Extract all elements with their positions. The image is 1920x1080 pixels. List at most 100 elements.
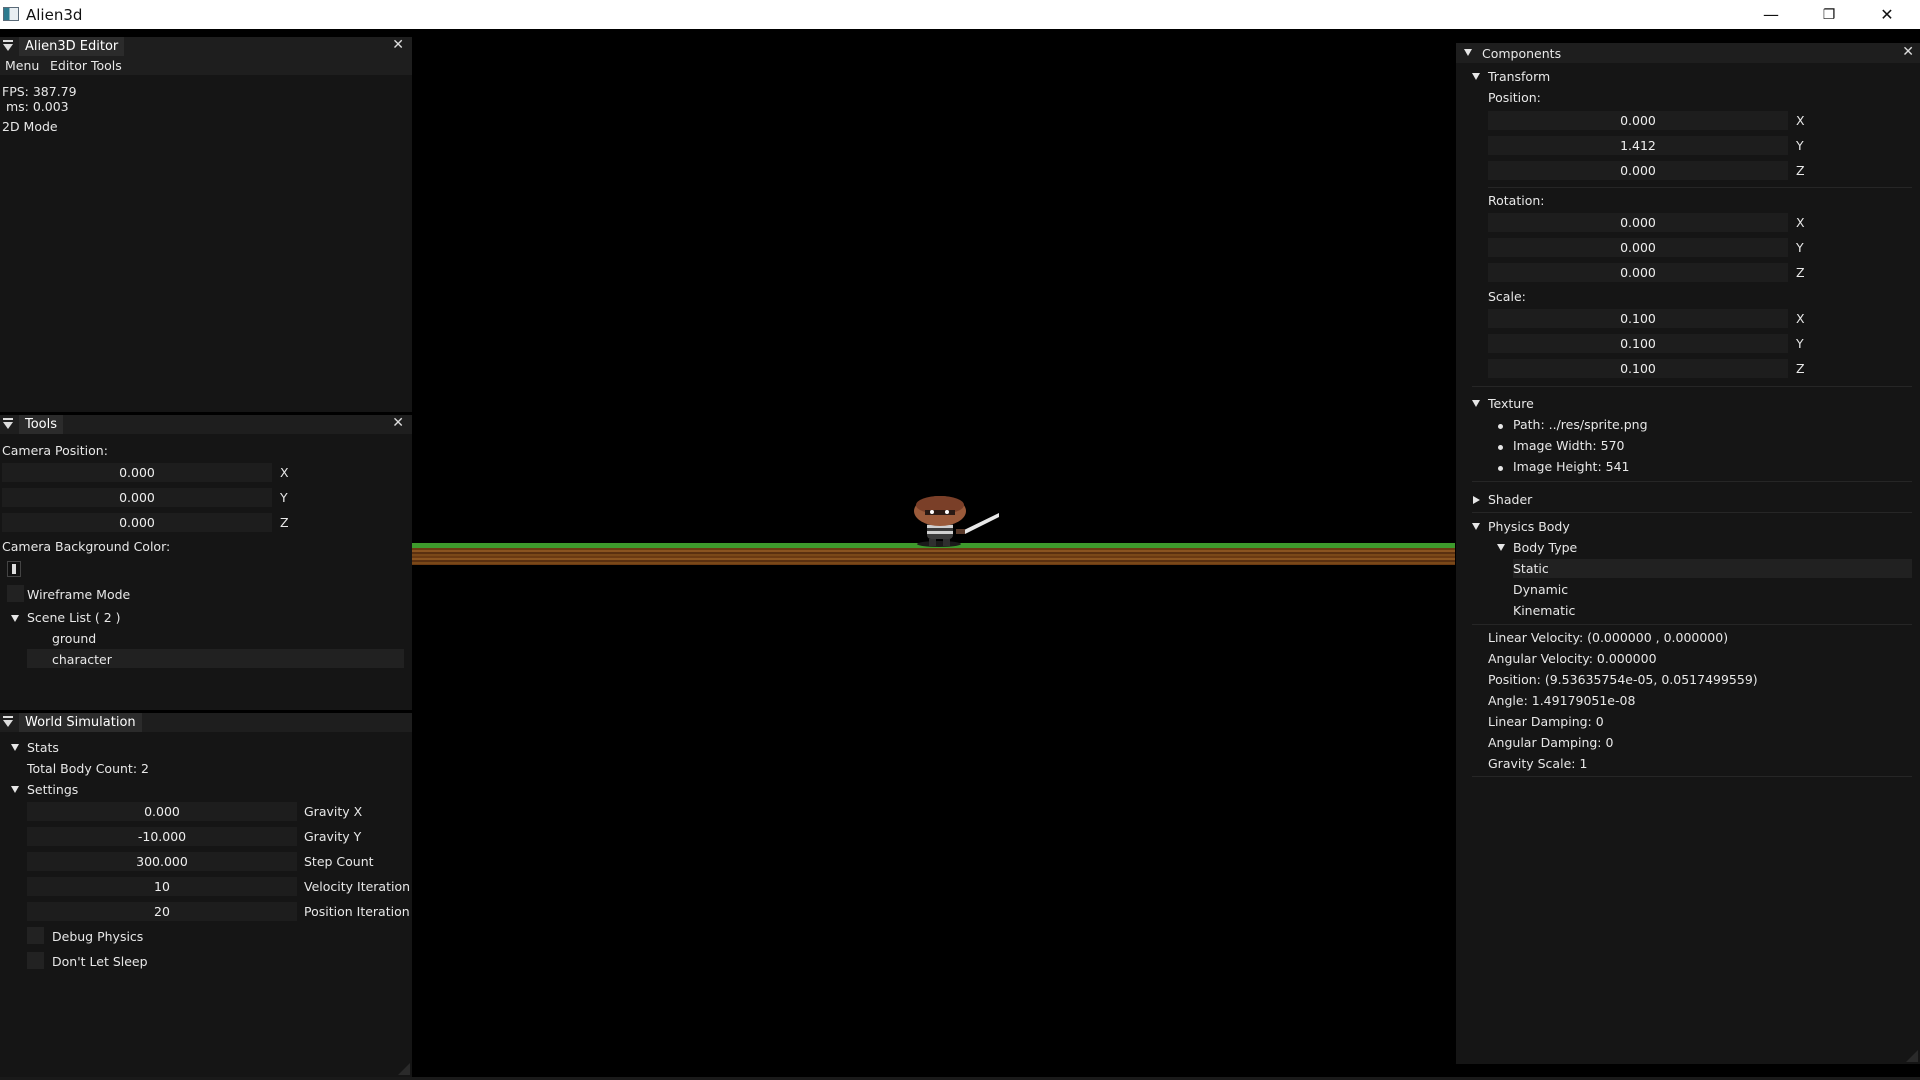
scene-viewport[interactable]: [412, 29, 1455, 1077]
close-window-button[interactable]: ✕: [1858, 0, 1916, 29]
resize-grip-icon[interactable]: [1906, 1050, 1918, 1062]
shader-node[interactable]: Shader: [1488, 492, 1532, 507]
editor-panel-title[interactable]: Alien3D Editor: [19, 37, 125, 56]
rotation-label: Rotation:: [1488, 193, 1545, 208]
camera-x-input[interactable]: 0.000: [2, 463, 272, 482]
tools-panel: Tools ✕ Camera Position: 0.000 X 0.000 Y…: [0, 415, 412, 710]
wireframe-label[interactable]: Wireframe Mode: [27, 587, 130, 602]
window-title-bar[interactable]: Alien3d — ❐ ✕: [0, 0, 1920, 29]
debug-physics-checkbox[interactable]: [27, 927, 44, 944]
axis-label: X: [280, 465, 289, 480]
body-type-dynamic[interactable]: Dynamic: [1513, 582, 1568, 597]
dont-let-sleep-label[interactable]: Don't Let Sleep: [52, 954, 148, 969]
window-title: Alien3d: [26, 6, 83, 24]
axis-label: X: [1796, 113, 1805, 128]
scale-z-input[interactable]: 0.100: [1488, 359, 1788, 378]
menu-item-menu[interactable]: Menu: [5, 58, 39, 73]
close-icon[interactable]: ✕: [392, 415, 404, 431]
camera-z-input[interactable]: 0.000: [2, 513, 272, 532]
transform-node[interactable]: Transform: [1488, 69, 1550, 84]
editor-panel-header[interactable]: Alien3D Editor ✕: [0, 37, 412, 56]
axis-label: Y: [1796, 138, 1804, 153]
axis-label: Y: [1796, 240, 1804, 255]
position-x-input[interactable]: 0.000: [1488, 111, 1788, 130]
tools-panel-title[interactable]: Tools: [19, 415, 64, 434]
body-type-selected-highlight: [1513, 559, 1912, 578]
bullet-icon: [1498, 424, 1503, 429]
world-panel-title[interactable]: World Simulation: [19, 713, 142, 732]
expand-icon[interactable]: [1497, 544, 1505, 551]
expand-icon[interactable]: [11, 786, 19, 793]
step-count-input[interactable]: 300.000: [27, 852, 297, 871]
collapsed-icon[interactable]: [1473, 496, 1480, 504]
editor-menu-bar: Menu Editor Tools: [0, 56, 412, 75]
axis-label: Y: [1796, 336, 1804, 351]
restore-button[interactable]: ❐: [1800, 0, 1858, 29]
angular-damping: Angular Damping: 0: [1488, 735, 1614, 750]
gravity-y-input[interactable]: -10.000: [27, 827, 297, 846]
velocity-iteration-input[interactable]: 10: [27, 877, 297, 896]
position-z-input[interactable]: 0.000: [1488, 161, 1788, 180]
expand-icon[interactable]: [1472, 523, 1480, 530]
minimize-button[interactable]: —: [1742, 0, 1800, 29]
camera-y-input[interactable]: 0.000: [2, 488, 272, 507]
debug-physics-label[interactable]: Debug Physics: [52, 929, 143, 944]
dont-let-sleep-checkbox[interactable]: [27, 952, 44, 969]
gravity-x-input[interactable]: 0.000: [27, 802, 297, 821]
axis-label: Z: [1796, 163, 1805, 178]
expand-icon[interactable]: [11, 744, 19, 751]
position-iteration-label: Position Iteration: [304, 904, 410, 919]
collapse-icon[interactable]: [1464, 49, 1472, 56]
stats-node[interactable]: Stats: [27, 740, 59, 755]
texture-height: Image Height: 541: [1513, 459, 1630, 474]
linear-damping: Linear Damping: 0: [1488, 714, 1604, 729]
expand-icon[interactable]: [1472, 400, 1480, 407]
tools-panel-header[interactable]: Tools ✕: [0, 415, 412, 434]
divider: [1472, 624, 1912, 625]
position-label: Position:: [1488, 90, 1541, 105]
collapse-icon[interactable]: [3, 40, 13, 52]
position-y-input[interactable]: 1.412: [1488, 136, 1788, 155]
camera-bg-color-swatch[interactable]: [7, 561, 21, 577]
resize-grip-icon[interactable]: [398, 1063, 410, 1075]
body-type-node[interactable]: Body Type: [1513, 540, 1577, 555]
world-simulation-panel: World Simulation Stats Total Body Count:…: [0, 713, 412, 1077]
settings-node[interactable]: Settings: [27, 782, 78, 797]
divider: [1472, 386, 1912, 387]
world-panel-header[interactable]: World Simulation: [0, 713, 412, 732]
scene-item-character[interactable]: character: [52, 652, 112, 667]
body-type-kinematic[interactable]: Kinematic: [1513, 603, 1575, 618]
rotation-y-input[interactable]: 0.000: [1488, 238, 1788, 257]
character-sprite: [914, 496, 999, 547]
physics-body-node[interactable]: Physics Body: [1488, 519, 1570, 534]
close-icon[interactable]: ✕: [1902, 44, 1914, 60]
position-iteration-input[interactable]: 20: [27, 902, 297, 921]
rotation-x-input[interactable]: 0.000: [1488, 213, 1788, 232]
divider: [1472, 512, 1912, 513]
scene-item-ground[interactable]: ground: [52, 631, 96, 646]
scale-y-input[interactable]: 0.100: [1488, 334, 1788, 353]
scene-list-node[interactable]: Scene List ( 2 ): [27, 610, 121, 625]
bullet-icon: [1498, 445, 1503, 450]
angular-velocity: Angular Velocity: 0.000000: [1488, 651, 1657, 666]
velocity-iteration-label: Velocity Iteration: [304, 879, 411, 894]
collapse-icon[interactable]: [3, 716, 13, 728]
step-count-label: Step Count: [304, 854, 374, 869]
texture-node[interactable]: Texture: [1488, 396, 1534, 411]
body-type-static[interactable]: Static: [1513, 561, 1549, 576]
linear-velocity: Linear Velocity: (0.000000 , 0.000000): [1488, 630, 1729, 645]
wireframe-checkbox[interactable]: [7, 585, 24, 602]
expand-icon[interactable]: [11, 615, 19, 622]
axis-label: X: [1796, 311, 1805, 326]
rotation-z-input[interactable]: 0.000: [1488, 263, 1788, 282]
close-icon[interactable]: ✕: [392, 37, 404, 53]
total-body-count: Total Body Count: 2: [27, 761, 149, 776]
scale-x-input[interactable]: 0.100: [1488, 309, 1788, 328]
expand-icon[interactable]: [1472, 73, 1480, 80]
editor-panel: Alien3D Editor ✕ Menu Editor Tools FPS: …: [0, 37, 412, 412]
menu-item-editor-tools[interactable]: Editor Tools: [50, 58, 122, 73]
components-panel-header[interactable]: Components ✕: [1456, 43, 1920, 63]
axis-label: Y: [280, 490, 288, 505]
gravity-scale: Gravity Scale: 1: [1488, 756, 1588, 771]
collapse-icon[interactable]: [3, 418, 13, 430]
